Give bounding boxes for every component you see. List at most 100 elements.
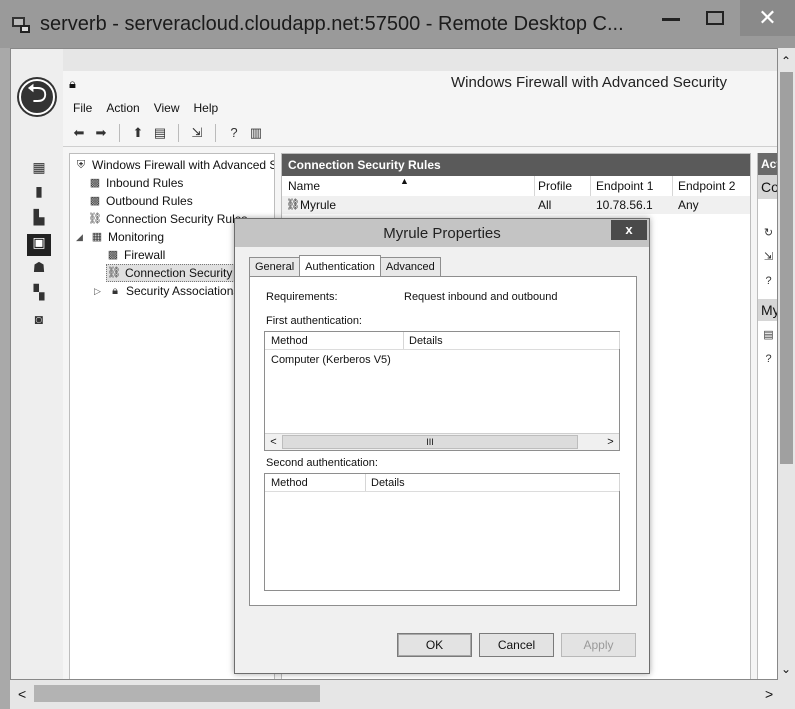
properties-icon[interactable]: ▤ [762, 329, 775, 342]
scroll-thumb[interactable]: III [282, 435, 578, 449]
scroll-right-icon[interactable]: > [602, 434, 619, 450]
local-server-icon[interactable]: ▮ [31, 183, 47, 199]
dialog-close-button[interactable]: x [611, 220, 647, 240]
tree-item-label: Outbound Rules [106, 194, 193, 208]
close-button[interactable]: ✕ [740, 0, 795, 36]
server-manager-nav: ⮌ ▦ ▮ ▙ ▣ ☗ ▚ ◙ [11, 49, 63, 679]
maximize-button[interactable] [694, 0, 736, 36]
minimize-button[interactable] [650, 0, 692, 36]
column-header-endpoint-2[interactable]: Endpoint 2 [678, 179, 735, 193]
list-header: Method Details [265, 474, 620, 492]
column-separator[interactable] [590, 176, 591, 196]
actions-section-myrule[interactable]: Myrule [758, 299, 777, 321]
tree-item-root[interactable]: ⛨ Windows Firewall with Advanced Securit… [74, 156, 274, 174]
tab-advanced[interactable]: Advanced [379, 257, 441, 277]
vertical-scroll-thumb[interactable] [780, 72, 793, 464]
connection-security-icon: ⛓ [88, 213, 102, 225]
dialog-tabs: General Authentication Advanced [249, 255, 441, 277]
column-header-endpoint-1[interactable]: Endpoint 1 [596, 179, 653, 193]
back-button[interactable]: ⮌ [19, 78, 55, 115]
forward-arrow-icon[interactable]: ➡ [93, 125, 109, 141]
security-associations-icon: 🔒︎ [112, 285, 118, 297]
menu-action[interactable]: Action [106, 101, 139, 115]
remote-session-area[interactable]: ⮌ ▦ ▮ ▙ ▣ ☗ ▚ ◙ 🔒︎ Windows Firewall with… [10, 48, 778, 680]
horizontal-scroll-thumb[interactable] [34, 685, 320, 702]
vertical-scrollbar[interactable]: ⌃ ⌄ [778, 48, 795, 680]
column-header-details[interactable]: Details [371, 477, 405, 489]
scroll-right-icon[interactable]: > [765, 686, 773, 702]
show-hide-action-pane-icon[interactable]: ▥ [248, 125, 264, 141]
scroll-left-icon[interactable]: < [265, 434, 282, 450]
menu-bar: File Action View Help [63, 97, 777, 119]
rule-endpoint-1-cell: 10.78.56.1 [596, 198, 653, 212]
column-separator[interactable] [365, 474, 366, 491]
second-authentication-label: Second authentication: [266, 457, 378, 469]
tree-item-inbound-rules[interactable]: ▩ Inbound Rules [88, 174, 184, 192]
requirements-value: Request inbound and outbound [404, 291, 558, 303]
tree-item-label: Monitoring [108, 230, 165, 244]
table-row[interactable]: ⛓ Myrule All 10.78.56.1 Any [282, 196, 750, 214]
tree-item-firewall[interactable]: ▩ Firewall [106, 246, 166, 264]
firewall-shield-icon: ⛨ [76, 159, 86, 171]
ok-button[interactable]: OK [397, 633, 472, 657]
toolbar: ⬅ ➡ ⬆ ▤ ⇲ ? ▥ [63, 119, 777, 147]
file-services-icon[interactable]: ▣ [27, 234, 51, 256]
column-header-details[interactable]: Details [409, 335, 443, 347]
all-servers-icon[interactable]: ▙ [31, 209, 47, 225]
column-header-profile[interactable]: Profile [538, 179, 572, 193]
back-arrow-icon[interactable]: ⬅ [71, 125, 87, 141]
first-authentication-label: First authentication: [266, 315, 362, 327]
tree-item-security-associations[interactable]: ▷ 🔒︎ Security Associations [94, 282, 239, 300]
menu-view[interactable]: View [154, 101, 180, 115]
cancel-button[interactable]: Cancel [479, 633, 554, 657]
menu-file[interactable]: File [73, 101, 92, 115]
actions-section-connection-security-rules[interactable]: Connection Security Rules [758, 175, 777, 199]
remote-desktop-icon [12, 17, 30, 33]
show-hide-tree-icon[interactable]: ▤ [152, 125, 168, 141]
refresh-icon[interactable]: ↻ [762, 227, 775, 240]
authentication-tab-panel: Requirements: Request inbound and outbou… [249, 276, 637, 606]
tree-item-connection-security-rules[interactable]: ⛓ Connection Security Rules [88, 210, 247, 228]
maximize-icon [706, 11, 724, 25]
apply-button[interactable]: Apply [561, 633, 636, 657]
column-separator[interactable] [619, 474, 620, 491]
column-header-method[interactable]: Method [271, 477, 308, 489]
column-header-method[interactable]: Method [271, 335, 308, 347]
list-item[interactable]: Computer (Kerberos V5) [271, 354, 391, 366]
horizontal-scrollbar[interactable]: < III > [265, 433, 619, 450]
help-icon[interactable]: ? [226, 125, 242, 141]
tab-general[interactable]: General [249, 257, 301, 277]
iis-icon[interactable]: ☗ [31, 259, 47, 275]
help-icon[interactable]: ? [762, 275, 775, 288]
second-authentication-list[interactable]: Method Details [264, 473, 620, 591]
menu-help[interactable]: Help [194, 101, 219, 115]
tab-authentication[interactable]: Authentication [299, 255, 381, 277]
help-icon[interactable]: ? [762, 353, 775, 366]
scroll-left-icon[interactable]: < [18, 686, 26, 702]
column-header-name[interactable]: Name [288, 179, 320, 193]
properties-dialog: Myrule Properties x General Authenticati… [234, 218, 650, 674]
horizontal-scrollbar[interactable]: < > [10, 680, 795, 709]
tree-item-monitoring[interactable]: ◢ ▦ Monitoring [76, 228, 164, 246]
sort-ascending-icon: ▲ [400, 176, 409, 186]
scroll-up-icon[interactable]: ⌃ [781, 54, 791, 68]
dialog-titlebar: Myrule Properties x [235, 219, 649, 247]
collapse-arrow-icon[interactable]: ◢ [76, 228, 86, 246]
dashboard-icon[interactable]: ▦ [31, 159, 47, 175]
toolbar-separator [119, 123, 120, 142]
toolbar-separator [178, 123, 179, 142]
up-folder-icon[interactable]: ⬆ [130, 125, 146, 141]
rule-endpoint-2-cell: Any [678, 198, 699, 212]
column-separator[interactable] [619, 332, 620, 349]
column-separator[interactable] [403, 332, 404, 349]
column-separator[interactable] [534, 176, 535, 196]
first-authentication-list[interactable]: Method Details Computer (Kerberos V5) < … [264, 331, 620, 451]
remote-desktop-services-icon[interactable]: ▚ [31, 284, 47, 300]
column-separator[interactable] [672, 176, 673, 196]
tools-icon[interactable]: ◙ [31, 311, 47, 327]
export-list-icon[interactable]: ⇲ [762, 251, 775, 264]
export-list-icon[interactable]: ⇲ [189, 125, 205, 141]
scroll-down-icon[interactable]: ⌄ [781, 662, 791, 676]
expand-arrow-icon[interactable]: ▷ [94, 282, 104, 300]
tree-item-outbound-rules[interactable]: ▩ Outbound Rules [88, 192, 193, 210]
